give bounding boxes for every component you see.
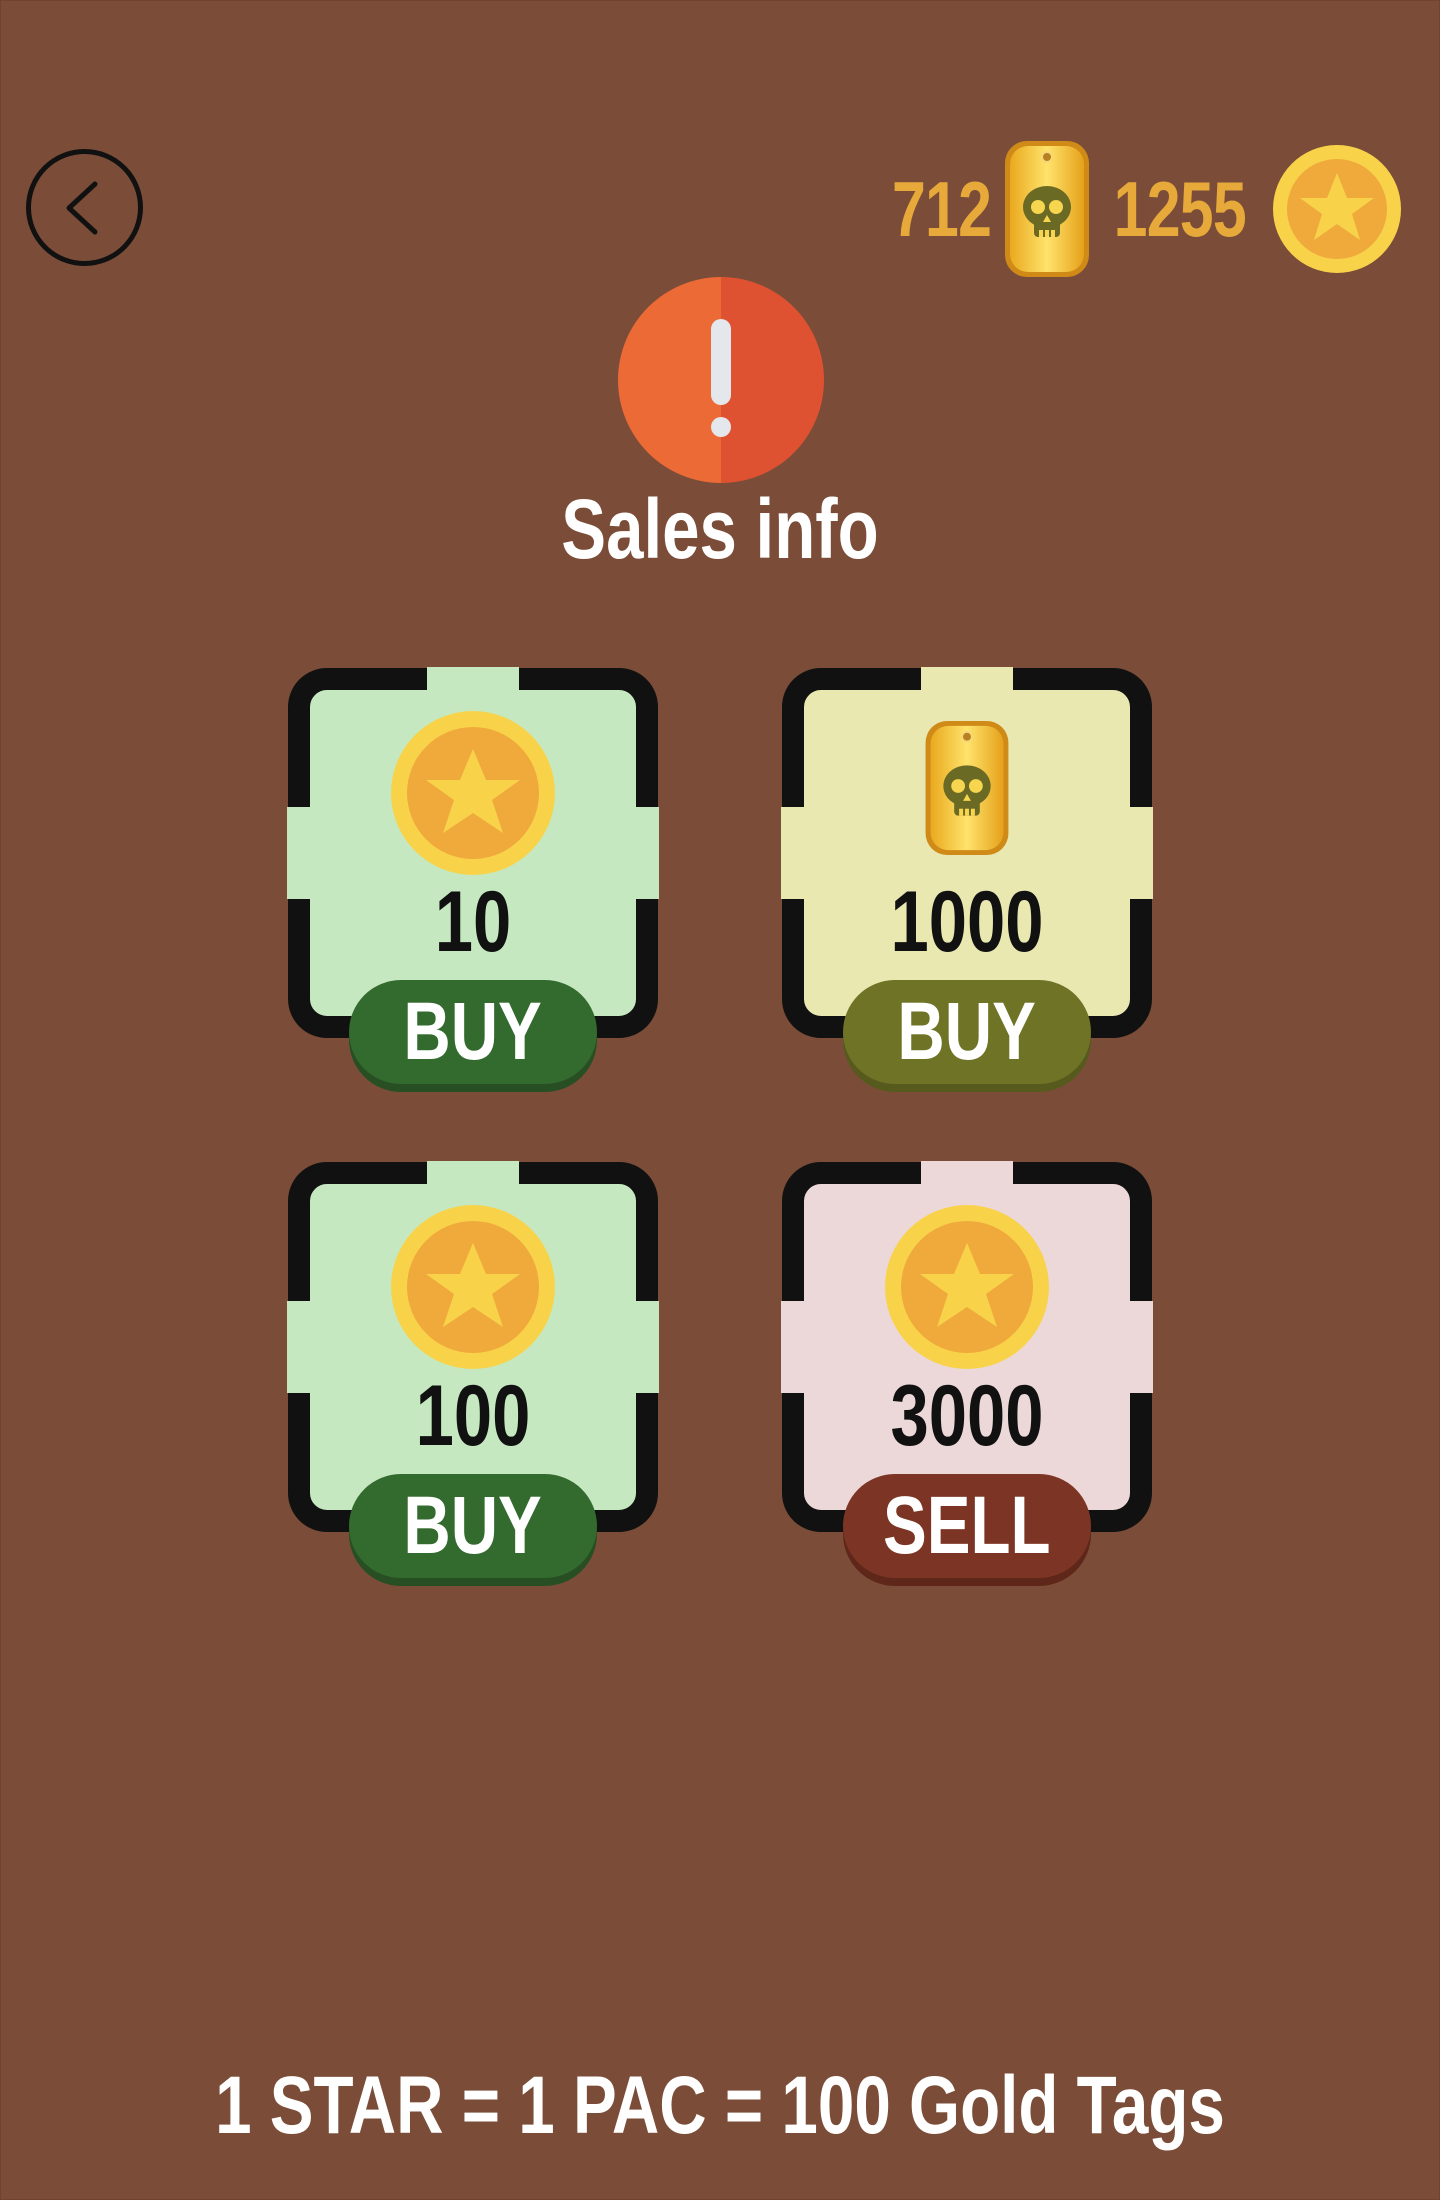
buy-label: BUY — [897, 986, 1037, 1077]
buy-label: BUY — [403, 1480, 543, 1571]
buy-button[interactable]: BUY — [349, 980, 597, 1084]
game-screen: 712 1255 Sales info 10 BUY 1000 BUY 100 … — [0, 0, 1440, 2200]
offer-card: 10 BUY — [287, 667, 659, 1084]
exchange-rate-note: 1 STAR = 1 PAC = 100 Gold Tags — [215, 2060, 1225, 2151]
chevron-left-icon — [66, 181, 97, 234]
offer-amount: 10 — [434, 874, 512, 970]
star-coin-icon — [1273, 145, 1401, 273]
back-button[interactable] — [26, 149, 143, 266]
gold-tag-count: 712 — [892, 165, 992, 253]
buy-button[interactable]: BUY — [349, 1474, 597, 1578]
offer-card: 3000 SELL — [781, 1161, 1153, 1578]
sell-label: SELL — [883, 1480, 1051, 1571]
sell-button[interactable]: SELL — [843, 1474, 1091, 1578]
buy-label: BUY — [403, 986, 543, 1077]
currency-bar: 712 1255 — [878, 137, 1403, 281]
page-title: Sales info — [561, 482, 879, 576]
star-coin-icon — [885, 1205, 1049, 1369]
alert-icon — [618, 277, 824, 483]
offer-amount: 1000 — [890, 874, 1044, 970]
star-coin-icon — [391, 1205, 555, 1369]
gold-tag-icon — [1005, 141, 1090, 277]
gold-tag-icon — [925, 720, 1009, 856]
offer-card: 1000 BUY — [781, 667, 1153, 1084]
buy-button[interactable]: BUY — [843, 980, 1091, 1084]
offer-amount: 100 — [415, 1368, 531, 1464]
star-coin-icon — [391, 711, 555, 875]
offer-card: 100 BUY — [287, 1161, 659, 1578]
offer-amount: 3000 — [890, 1368, 1044, 1464]
star-count: 1255 — [1114, 165, 1247, 253]
